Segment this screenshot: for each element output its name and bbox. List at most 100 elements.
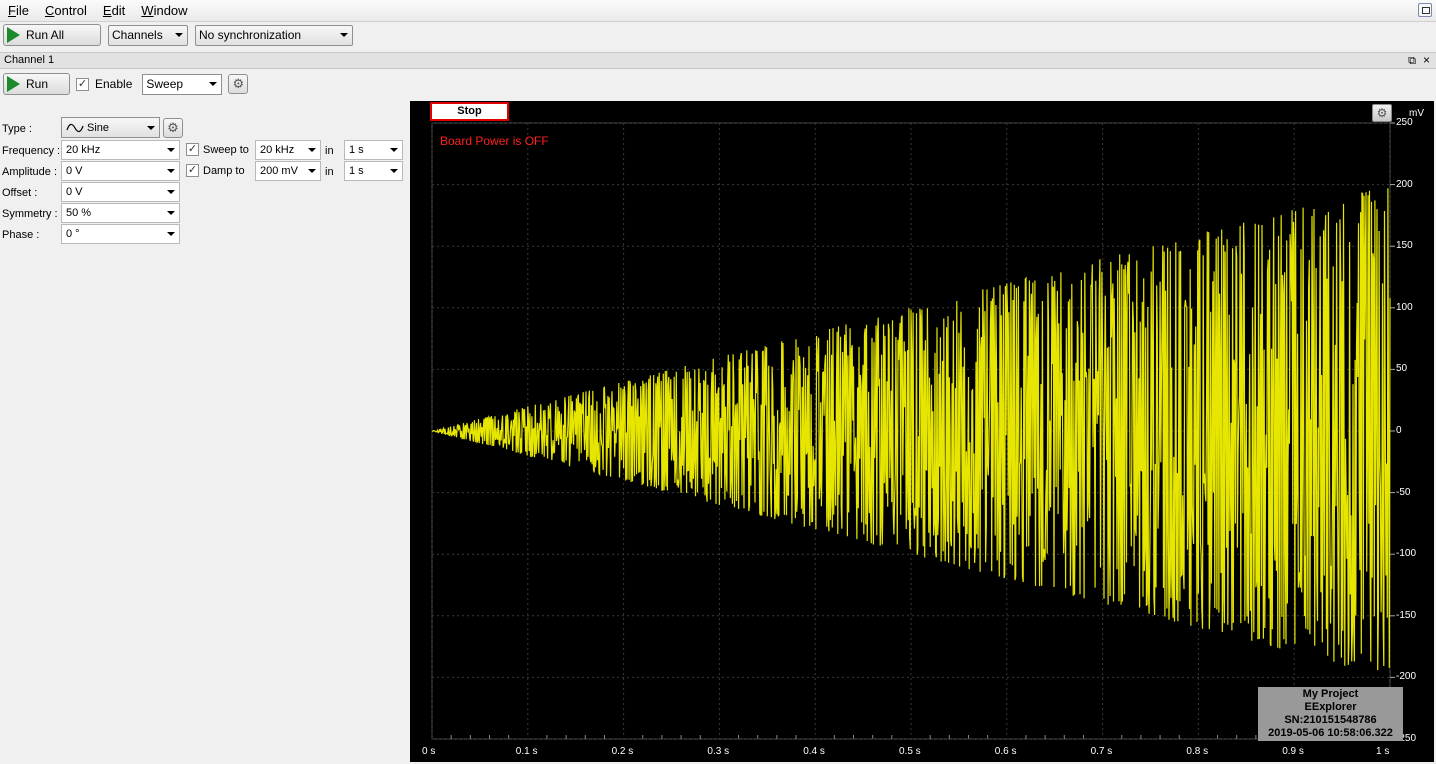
gear-icon: ⚙ (167, 120, 179, 135)
type-settings-button[interactable]: ⚙ (163, 118, 183, 138)
damp-label: Damp to (203, 164, 245, 177)
close-icon[interactable]: × (1423, 53, 1430, 68)
y-tick-label: -150 (1396, 609, 1417, 621)
waveform-trace (431, 188, 1391, 671)
frequency-value: 20 kHz (66, 144, 101, 156)
enable-label: Enable (95, 77, 133, 91)
y-tick-label: 250 (1396, 117, 1413, 128)
x-tick-label: 0.5 s (899, 746, 921, 757)
symmetry-value: 50 % (66, 207, 92, 219)
sweep-to-field[interactable]: 20 kHz (255, 140, 321, 160)
channel-settings-button[interactable]: ⚙ (228, 74, 249, 94)
run-label: Run (26, 77, 49, 91)
menu-file[interactable]: File (0, 3, 37, 18)
x-tick-label: 0.3 s (707, 746, 730, 757)
amplitude-label: Amplitude : (2, 166, 58, 178)
y-tick-label: 100 (1396, 301, 1413, 313)
project-name: My Project (1302, 688, 1359, 700)
symmetry-field[interactable]: 50 % (61, 203, 180, 223)
offset-label: Offset : (2, 187, 38, 199)
menu-window[interactable]: Window (133, 3, 195, 18)
x-tick-label: 0.9 s (1282, 746, 1304, 757)
stop-button[interactable]: Stop (430, 102, 509, 121)
channels-label: Channels (112, 28, 163, 42)
type-value-wrap: Sine (66, 122, 109, 134)
symmetry-label: Symmetry : (2, 208, 58, 220)
gear-icon: ⚙ (1376, 106, 1388, 120)
menu-bar: File Control Edit Window (0, 0, 1436, 22)
chevron-down-icon (340, 33, 348, 37)
run-all-label: Run All (26, 28, 65, 42)
chevron-down-icon (390, 148, 398, 152)
board-power-message: Board Power is OFF (440, 134, 549, 148)
play-icon (7, 76, 20, 92)
run-all-button[interactable]: Run All (3, 24, 101, 46)
menu-edit[interactable]: Edit (95, 3, 133, 18)
chevron-down-icon (308, 169, 316, 173)
y-tick-label: 0 (1396, 425, 1402, 436)
type-value: Sine (87, 121, 110, 134)
chevron-down-icon (175, 33, 183, 37)
frequency-label: Frequency : (2, 145, 61, 157)
offset-field[interactable]: 0 V (61, 182, 180, 202)
phase-field[interactable]: 0 ° (61, 224, 180, 244)
enable-checkbox[interactable]: ✓ (76, 77, 89, 91)
x-tick-label: 1 s (1376, 746, 1390, 757)
play-icon (7, 27, 20, 43)
damp-time-field[interactable]: 1 s (344, 161, 403, 181)
x-tick-label: 0 s (422, 746, 436, 757)
x-tick-label: 0.4 s (803, 746, 825, 757)
sweep-label: Sweep to (203, 143, 249, 156)
sine-icon (66, 123, 84, 132)
channels-dropdown[interactable]: Channels (108, 24, 188, 46)
scope-settings-button[interactable]: ⚙ (1372, 104, 1392, 122)
channel-panel-header: Channel 1 ⧉ × (0, 52, 1436, 69)
sweep-in-label: in (325, 145, 334, 157)
x-tick-label: 0.8 s (1186, 746, 1209, 757)
type-label: Type : (2, 123, 32, 135)
amplitude-field[interactable]: 0 V (61, 161, 180, 181)
x-tick-label: 0.7 s (1090, 746, 1113, 757)
channel-toolbar: Run ✓ Enable Sweep ⚙ (0, 72, 420, 96)
damp-to-value: 200 mV (260, 165, 298, 177)
sweep-checkbox-wrap: ✓ Sweep to (186, 143, 249, 156)
chevron-down-icon (167, 169, 175, 173)
sync-label: No synchronization (199, 28, 302, 42)
frequency-field[interactable]: 20 kHz (61, 140, 180, 160)
sweep-time-field[interactable]: 1 s (344, 140, 403, 160)
chevron-down-icon (147, 125, 155, 130)
timestamp: 2019-05-06 10:58:06.322 (1268, 727, 1393, 739)
type-dropdown[interactable]: Sine (61, 117, 160, 138)
chevron-down-icon (390, 169, 398, 173)
scope-plot[interactable]: Stop Board Power is OFF ⚙ mV 0 s 0.1 s 0.2… (410, 101, 1434, 762)
damp-checkbox-wrap: ✓ Damp to (186, 164, 245, 177)
amplitude-value: 0 V (66, 165, 83, 177)
float-panel-icon[interactable]: ⧉ (1408, 54, 1416, 69)
serial-number: SN:210151548786 (1284, 714, 1377, 726)
phase-value: 0 ° (66, 228, 80, 240)
sync-dropdown[interactable]: No synchronization (195, 24, 353, 46)
menu-control[interactable]: Control (37, 3, 95, 18)
sweep-to-value: 20 kHz (260, 144, 295, 156)
x-tick-label: 0.6 s (994, 746, 1017, 757)
device-name: EExplorer (1304, 701, 1357, 713)
damp-in-label: in (325, 166, 334, 178)
sweep-time-value: 1 s (349, 144, 364, 156)
y-tick-label: -200 (1396, 671, 1417, 683)
damp-checkbox[interactable]: ✓ (186, 164, 199, 177)
damp-to-field[interactable]: 200 mV (255, 161, 321, 181)
phase-label: Phase : (2, 229, 40, 241)
chevron-down-icon (167, 211, 175, 215)
restore-window-icon[interactable] (1418, 3, 1432, 17)
x-tick-label: 0.1 s (515, 746, 538, 757)
sweep-checkbox[interactable]: ✓ (186, 143, 199, 156)
chevron-down-icon (308, 148, 316, 152)
run-button[interactable]: Run (3, 73, 70, 95)
mode-label: Sweep (146, 77, 184, 91)
offset-value: 0 V (66, 186, 83, 198)
damp-time-value: 1 s (349, 165, 364, 177)
mode-dropdown[interactable]: Sweep (142, 73, 223, 95)
x-tick-label: 0.2 s (611, 746, 634, 757)
chevron-down-icon (167, 232, 175, 236)
gear-icon: ⚙ (232, 76, 245, 91)
